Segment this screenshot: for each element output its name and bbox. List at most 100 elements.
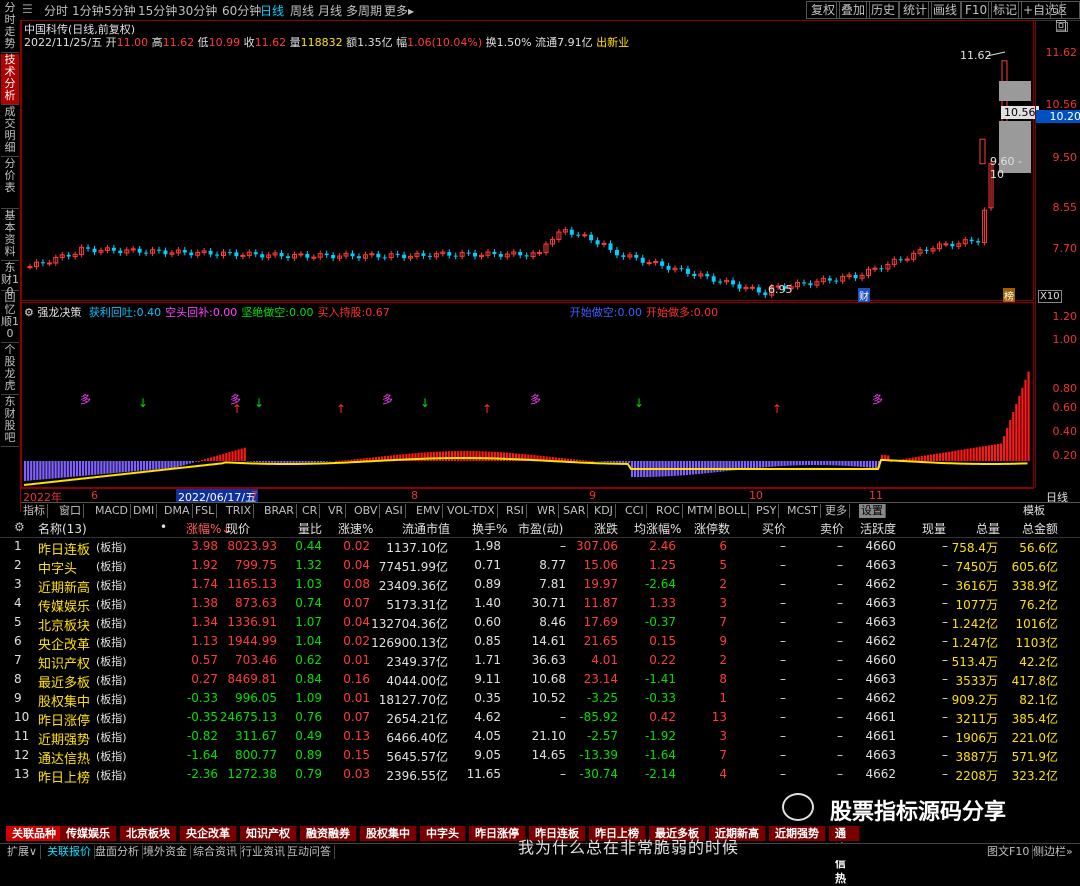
left-tab-2[interactable]: 成交明细 [1, 106, 19, 157]
indicator-tab-22[interactable]: PSY [754, 504, 779, 518]
col-header-11[interactable]: 涨停数 [694, 520, 730, 537]
left-tab-7[interactable]: 个股龙虎 [1, 344, 19, 395]
table-row[interactable]: 11近期强势(板指)-0.82311.670.490.136466.40亿4.0… [0, 727, 1080, 746]
left-tab-6[interactable]: 回忆顺10 [1, 292, 19, 343]
sector-tab-4[interactable]: 知识产权 [240, 826, 297, 841]
indicator-tab-3[interactable]: DMI [131, 504, 157, 518]
bottom-tab-4[interactable]: 综合资讯 [190, 845, 241, 859]
indicator-tab-10[interactable]: OBV [352, 504, 380, 518]
period-8[interactable]: 月线 [318, 2, 342, 19]
tool-button-1[interactable]: 叠加 [836, 1, 870, 19]
tool-button-2[interactable]: 历史 [866, 1, 900, 19]
table-row[interactable]: 6央企改革(板指)1.131944.991.040.02126900.13亿0.… [0, 632, 1080, 651]
template-button[interactable]: 模板 [1021, 504, 1047, 518]
tool-button-4[interactable]: 画线 [928, 1, 962, 19]
col-header-14[interactable]: 活跃度 [860, 520, 896, 537]
tool-button-3[interactable]: 统计 [898, 1, 932, 19]
finance-marker[interactable]: 财 [858, 288, 870, 303]
col-header-12[interactable]: 买价 [762, 520, 786, 537]
sector-tab-3[interactable]: 央企改革 [180, 826, 237, 841]
left-tab-1[interactable]: 技术分析 [1, 54, 19, 105]
period-5[interactable]: 60分钟 [222, 2, 261, 19]
col-header-16[interactable]: 总量 [976, 520, 1000, 537]
zoom-level[interactable]: X10 [1038, 290, 1062, 303]
left-tab-5[interactable]: 东财10 [1, 262, 19, 291]
table-row[interactable]: 10昨日涨停(板指)-0.3524675.130.760.072654.21亿4… [0, 708, 1080, 727]
col-header-6[interactable]: 流通市值 [402, 520, 450, 537]
col-header-4[interactable]: 量比 [298, 520, 322, 537]
left-tab-0[interactable]: 分时走势 [1, 2, 19, 53]
bottom-tab-6[interactable]: 互动问答 [284, 845, 335, 859]
sidebar-toggle[interactable]: 侧边栏» [1030, 845, 1076, 859]
indicator-tab-18[interactable]: CCI [623, 504, 647, 518]
indicator-tab-21[interactable]: BOLL [716, 504, 749, 518]
indicator-tab-17[interactable]: KDJ [592, 504, 616, 518]
indicator-tab-4[interactable]: DMA [162, 504, 193, 518]
sector-tab-6[interactable]: 股权集中 [360, 826, 417, 841]
bottom-tab-5[interactable]: 行业资讯 [238, 845, 289, 859]
table-row[interactable]: 13昨日上榜(板指)-2.361272.380.790.032396.55亿11… [0, 765, 1080, 784]
col-header-3[interactable]: 现价 [226, 520, 250, 537]
indicator-tab-8[interactable]: CR [300, 504, 320, 518]
left-tab-8[interactable]: 东财股吧 [1, 396, 19, 447]
sector-tab-2[interactable]: 北京板块 [120, 826, 177, 841]
sector-tab-13[interactable]: 近期强势 [769, 826, 826, 841]
sector-name[interactable]: 昨日上榜 [38, 767, 90, 786]
indicator-tab-12[interactable]: EMV [414, 504, 443, 518]
period-9[interactable]: 多周期 [346, 2, 382, 19]
indicator-tab-15[interactable]: WR [535, 504, 559, 518]
rank-marker[interactable]: 榜 [1003, 288, 1015, 303]
indicator-tab-0[interactable]: 指标 [21, 504, 48, 518]
table-row[interactable]: 9股权集中(板指)-0.33996.051.090.0118127.70亿0.3… [0, 689, 1080, 708]
period-7[interactable]: 周线 [290, 2, 314, 19]
col-header-2[interactable]: 涨幅%↓ [186, 520, 231, 537]
bottom-tab-3[interactable]: 境外资金 [140, 845, 191, 859]
bottom-tab-2[interactable]: 盘面分析 [92, 845, 143, 859]
tool-button-0[interactable]: 复权 [806, 1, 840, 19]
table-row[interactable]: 3近期新高(板指)1.741165.131.030.0823409.36亿0.8… [0, 575, 1080, 594]
col-header-0[interactable]: 名称(13) [38, 520, 87, 537]
indicator-tab-24[interactable]: 更多 [823, 504, 850, 518]
sector-tab-7[interactable]: 中字头 [420, 826, 466, 841]
left-tab-3[interactable]: 分价表 [1, 158, 19, 209]
col-header-15[interactable]: 现量 [922, 520, 946, 537]
table-row[interactable]: 1昨日连板(板指)3.988023.930.440.021137.10亿1.98… [0, 537, 1080, 556]
gear-icon[interactable]: ⚙ [24, 306, 34, 319]
indicator-tab-7[interactable]: BRAR [262, 504, 297, 518]
kline-panel[interactable]: 中国科传(日线,前复权) 2022/11/25/五 开11.00 高11.62 … [21, 20, 1034, 301]
period-3[interactable]: 15分钟 [138, 2, 177, 19]
sector-tab-0[interactable]: 关联品种 [6, 826, 63, 841]
col-header-8[interactable]: 市盈(动) [518, 520, 563, 537]
indicator-tab-23[interactable]: MCST [785, 504, 821, 518]
indicator-tab-1[interactable]: 窗口 [57, 504, 84, 518]
col-header-10[interactable]: 均涨幅% [634, 520, 681, 537]
indicator-tab-2[interactable]: MACD [93, 504, 131, 518]
period-6[interactable]: 日线 [260, 2, 284, 19]
tool-button-8[interactable]: 返回 [1050, 1, 1080, 19]
table-row[interactable]: 4传媒娱乐(板指)1.38873.630.740.075173.31亿1.403… [0, 594, 1080, 613]
period-10[interactable]: 更多▸ [384, 2, 414, 19]
bottom-tab-0[interactable]: 扩展∨ [4, 845, 41, 859]
bottom-tab-1[interactable]: 关联报价 [44, 845, 95, 859]
indicator-tab-14[interactable]: RSI [504, 504, 527, 518]
col-header-5[interactable]: 涨速% [338, 520, 373, 537]
indicator-tab-19[interactable]: ROC [654, 504, 683, 518]
tool-button-6[interactable]: 标记 [988, 1, 1022, 19]
col-header-17[interactable]: 总金额 [1022, 520, 1058, 537]
period-2[interactable]: 5分钟 [104, 2, 136, 19]
settings-gear-icon[interactable]: ⚙ [14, 520, 25, 534]
f10-button[interactable]: 图文F10 [984, 845, 1033, 859]
period-4[interactable]: 30分钟 [178, 2, 217, 19]
table-row[interactable]: 2中字头(板指)1.92799.751.320.0477451.99亿0.718… [0, 556, 1080, 575]
table-row[interactable]: 12通达信热(板指)-1.64800.770.890.155645.57亿9.0… [0, 746, 1080, 765]
indicator-tab-5[interactable]: FSL [193, 504, 217, 518]
indicator-tab-20[interactable]: MTM [685, 504, 716, 518]
indicator-tab-9[interactable]: VR [326, 504, 346, 518]
restore-icon[interactable] [1056, 22, 1068, 32]
col-header-1[interactable]: • [160, 520, 167, 534]
period-1[interactable]: 1分钟 [72, 2, 104, 19]
indicator-tab-11[interactable]: ASI [383, 504, 406, 518]
menu-icon[interactable]: ☰ [22, 2, 33, 16]
period-0[interactable]: 分时 [44, 2, 68, 19]
sector-tab-1[interactable]: 传媒娱乐 [60, 826, 117, 841]
